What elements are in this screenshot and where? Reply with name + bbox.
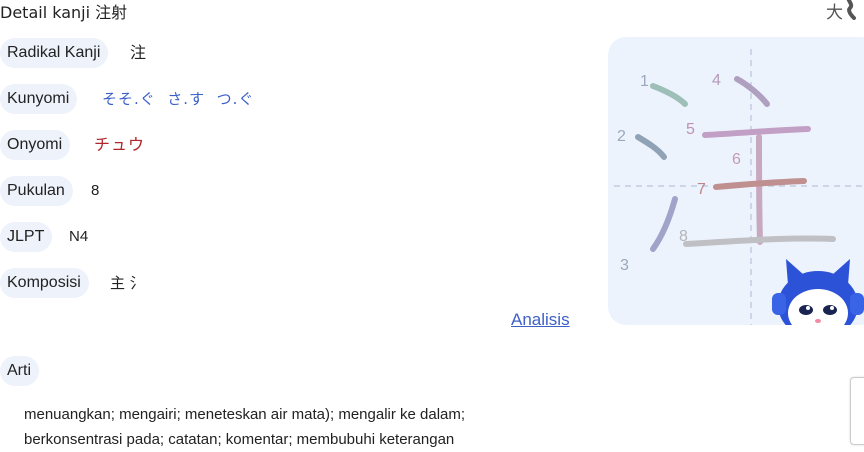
font-size-icon[interactable]: 大 xyxy=(826,0,843,23)
label-radikal-kanji: Radikal Kanji xyxy=(0,38,109,68)
side-panel-tab[interactable] xyxy=(850,377,864,445)
value-onyomi[interactable]: チュウ xyxy=(94,130,145,160)
analisis-link[interactable]: Analisis xyxy=(511,310,570,330)
label-kunyomi: Kunyomi xyxy=(0,84,78,114)
stroke-number-4: 4 xyxy=(712,72,721,89)
stroke-number-3: 3 xyxy=(620,257,629,274)
value-komposisi[interactable]: 主 氵 xyxy=(110,268,145,298)
value-pukulan: 8 xyxy=(91,182,100,199)
stroke-number-6: 6 xyxy=(732,151,741,168)
value-kunyomi[interactable]: そそ.ぐ さ.す つ.ぐ xyxy=(102,84,254,114)
label-jlpt: JLPT xyxy=(0,222,53,252)
arti-text: menuangkan; mengairi; meneteskan air mat… xyxy=(24,406,466,448)
page-title: Detail kanji 注射 xyxy=(0,3,128,22)
pen-icon[interactable] xyxy=(844,0,860,20)
kanji-stroke-diagram: 1 2 3 4 5 6 7 8 xyxy=(614,49,864,325)
stroke-3 xyxy=(650,196,678,252)
stroke-1 xyxy=(650,83,688,107)
value-radikal-kanji[interactable]: 注 xyxy=(130,38,146,68)
stroke-number-7: 7 xyxy=(697,181,706,198)
stroke-order-canvas[interactable]: 1 2 3 4 5 6 7 8 xyxy=(608,37,864,325)
label-komposisi: Komposisi xyxy=(0,268,89,298)
label-pukulan: Pukulan xyxy=(0,176,73,206)
stroke-6 xyxy=(756,134,763,245)
stroke-number-5: 5 xyxy=(686,121,695,138)
stroke-5 xyxy=(702,126,811,138)
stroke-4 xyxy=(734,76,770,107)
stroke-number-2: 2 xyxy=(617,128,626,145)
label-arti: Arti xyxy=(0,356,39,386)
mascot-robot-icon[interactable] xyxy=(772,259,864,325)
stroke-2 xyxy=(635,134,667,160)
label-onyomi: Onyomi xyxy=(0,130,71,160)
stroke-number-8: 8 xyxy=(679,228,688,245)
stroke-number-1: 1 xyxy=(640,73,649,90)
value-jlpt: N4 xyxy=(69,228,89,245)
